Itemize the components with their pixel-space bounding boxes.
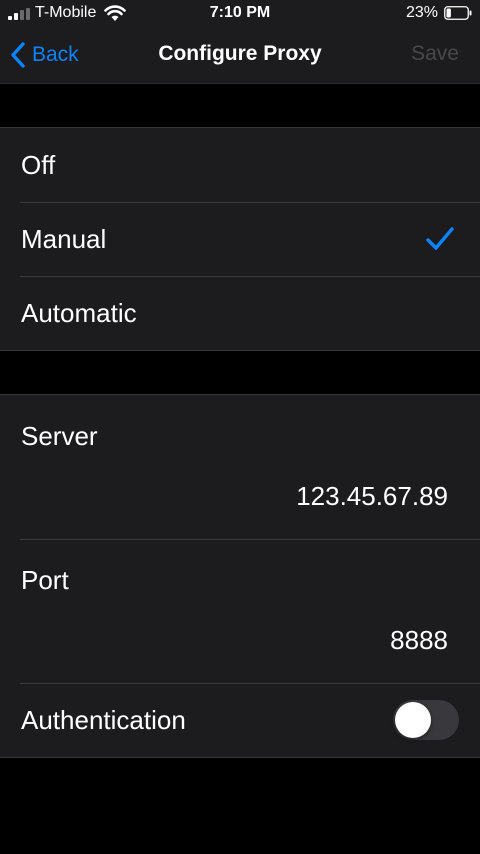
checkmark-icon xyxy=(426,227,454,250)
authentication-row: Authentication xyxy=(0,683,480,757)
authentication-toggle[interactable] xyxy=(393,700,459,740)
proxy-mode-label: Automatic xyxy=(21,298,137,328)
authentication-label: Authentication xyxy=(21,705,186,735)
proxy-details-group: Server 123.45.67.89 Port 8888 Authentica… xyxy=(0,394,480,758)
proxy-mode-off-row[interactable]: Off xyxy=(0,128,480,202)
save-button[interactable]: Save xyxy=(411,42,459,66)
toggle-knob xyxy=(395,702,431,738)
proxy-mode-manual-row[interactable]: Manual xyxy=(0,202,480,276)
proxy-mode-automatic-row[interactable]: Automatic xyxy=(0,276,480,350)
navigation-bar: Back Configure Proxy Save xyxy=(0,28,480,84)
port-field[interactable]: 8888 xyxy=(390,625,448,656)
server-row: Server 123.45.67.89 xyxy=(0,395,480,539)
port-row: Port 8888 xyxy=(0,539,480,683)
status-bar: T-Mobile 7:10 PM 23% xyxy=(0,0,480,28)
proxy-mode-group: Off Manual Automatic xyxy=(0,127,480,351)
proxy-mode-label: Off xyxy=(21,150,56,180)
battery-percentage: 23% xyxy=(405,4,438,21)
proxy-mode-label: Manual xyxy=(21,224,107,254)
page-title: Configure Proxy xyxy=(158,42,322,65)
server-field[interactable]: 123.45.67.89 xyxy=(296,481,448,512)
server-label: Server xyxy=(21,421,98,451)
port-label: Port xyxy=(21,565,69,595)
battery-icon xyxy=(444,6,472,20)
